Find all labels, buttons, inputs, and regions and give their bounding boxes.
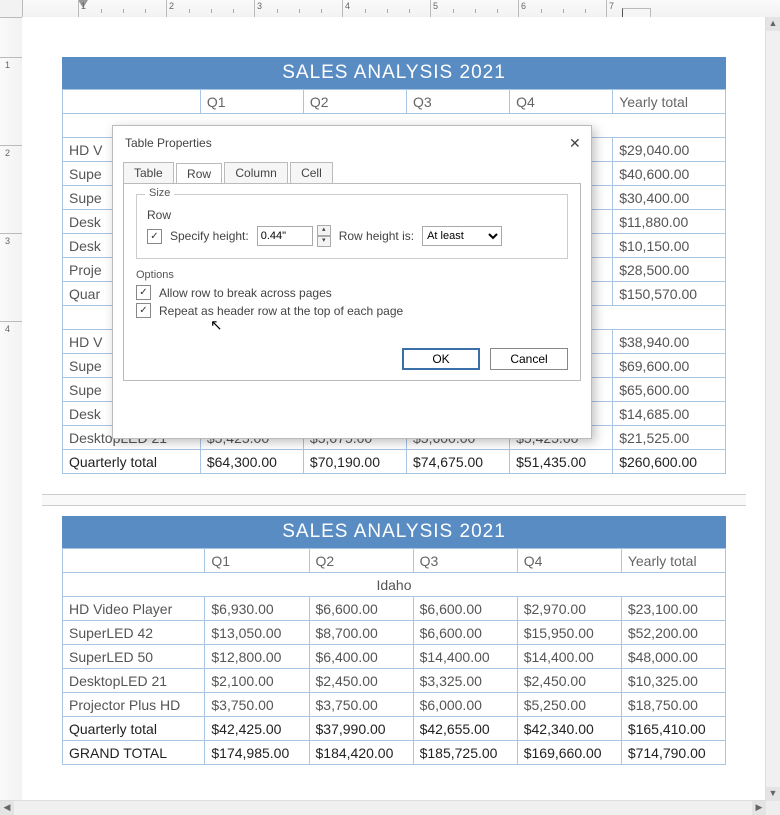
scroll-down-icon[interactable]: ▼ <box>766 787 780 801</box>
row-height-mode-select[interactable]: At least <box>422 226 502 246</box>
table-row[interactable]: GRAND TOTAL$174,985.00$184,420.00$185,72… <box>63 741 726 765</box>
size-group: Size Row ✓ Specify height: ▴▾ Row height… <box>136 194 568 259</box>
table-title: SALES ANALYSIS 2021 <box>62 57 726 89</box>
sales-table-2[interactable]: Q1Q2Q3Q4Yearly totalIdahoHD Video Player… <box>62 548 726 765</box>
table-row[interactable]: DesktopLED 21$2,100.00$2,450.00$3,325.00… <box>63 669 726 693</box>
col-header: Q4 <box>510 90 613 114</box>
tab-table[interactable]: Table <box>123 162 174 183</box>
allow-break-checkbox[interactable]: ✓ <box>136 285 151 300</box>
table-row[interactable]: SuperLED 50$12,800.00$6,400.00$14,400.00… <box>63 645 726 669</box>
horizontal-ruler[interactable]: 1 2 3 4 5 6 7 <box>22 0 780 18</box>
col-header: Q2 <box>309 549 413 573</box>
vertical-scrollbar[interactable]: ▲ ▼ <box>765 17 780 801</box>
chevron-down-icon: ▾ <box>317 236 331 247</box>
chevron-up-icon: ▴ <box>317 225 331 236</box>
specify-height-checkbox[interactable]: ✓ <box>147 229 162 244</box>
row-label: Row <box>147 208 171 222</box>
col-header <box>63 549 205 573</box>
table-row[interactable]: Quarterly total$42,425.00$37,990.00$42,6… <box>63 717 726 741</box>
scrollbar-corner <box>766 801 780 815</box>
col-header: Q1 <box>200 90 303 114</box>
table-properties-dialog: Table Properties ✕ Table Row Column Cell… <box>112 125 592 439</box>
dialog-tabs: Table Row Column Cell <box>123 162 581 183</box>
height-input[interactable] <box>257 226 313 246</box>
repeat-header-checkbox[interactable]: ✓ <box>136 303 151 318</box>
dialog-panel: Size Row ✓ Specify height: ▴▾ Row height… <box>123 183 581 381</box>
table-row[interactable]: SuperLED 42$13,050.00$8,700.00$6,600.00$… <box>63 621 726 645</box>
row-height-label: Row height is: <box>339 229 414 243</box>
page-break <box>42 494 746 506</box>
dialog-title: Table Properties <box>125 136 212 150</box>
col-header: Q3 <box>413 549 517 573</box>
close-icon[interactable]: ✕ <box>563 134 581 152</box>
scroll-left-icon[interactable]: ◀ <box>0 801 14 815</box>
col-header: Yearly total <box>621 549 725 573</box>
specify-height-label: Specify height: <box>170 229 249 243</box>
scroll-up-icon[interactable]: ▲ <box>766 17 780 31</box>
size-legend: Size <box>145 187 174 199</box>
table-title: SALES ANALYSIS 2021 <box>62 516 726 548</box>
options-legend: Options <box>136 269 568 281</box>
tab-cell[interactable]: Cell <box>290 162 333 183</box>
col-header: Q2 <box>303 90 406 114</box>
ok-button[interactable]: OK <box>402 348 480 370</box>
ruler-corner <box>0 0 23 18</box>
col-header: Q4 <box>517 549 621 573</box>
table-row[interactable]: Projector Plus HD$3,750.00$3,750.00$6,00… <box>63 693 726 717</box>
height-spinner[interactable]: ▴▾ <box>317 225 331 247</box>
allow-break-label: Allow row to break across pages <box>159 286 332 300</box>
cancel-button[interactable]: Cancel <box>490 348 568 370</box>
col-header: Q3 <box>407 90 510 114</box>
horizontal-scrollbar[interactable]: ◀ ▶ <box>0 800 766 815</box>
tab-row[interactable]: Row <box>176 163 222 184</box>
col-header: Yearly total <box>613 90 726 114</box>
table-row[interactable]: HD Video Player$6,930.00$6,600.00$6,600.… <box>63 597 726 621</box>
col-header <box>63 90 201 114</box>
table-row[interactable]: Quarterly total$64,300.00$70,190.00$74,6… <box>63 450 726 474</box>
subheader-row[interactable]: Idaho <box>63 573 726 597</box>
scroll-right-icon[interactable]: ▶ <box>752 801 766 815</box>
tab-column[interactable]: Column <box>224 162 287 183</box>
repeat-header-label: Repeat as header row at the top of each … <box>159 304 403 318</box>
vertical-ruler[interactable]: 1 2 3 4 <box>0 17 23 801</box>
options-group: Options ✓ Allow row to break across page… <box>136 267 568 318</box>
col-header: Q1 <box>205 549 309 573</box>
